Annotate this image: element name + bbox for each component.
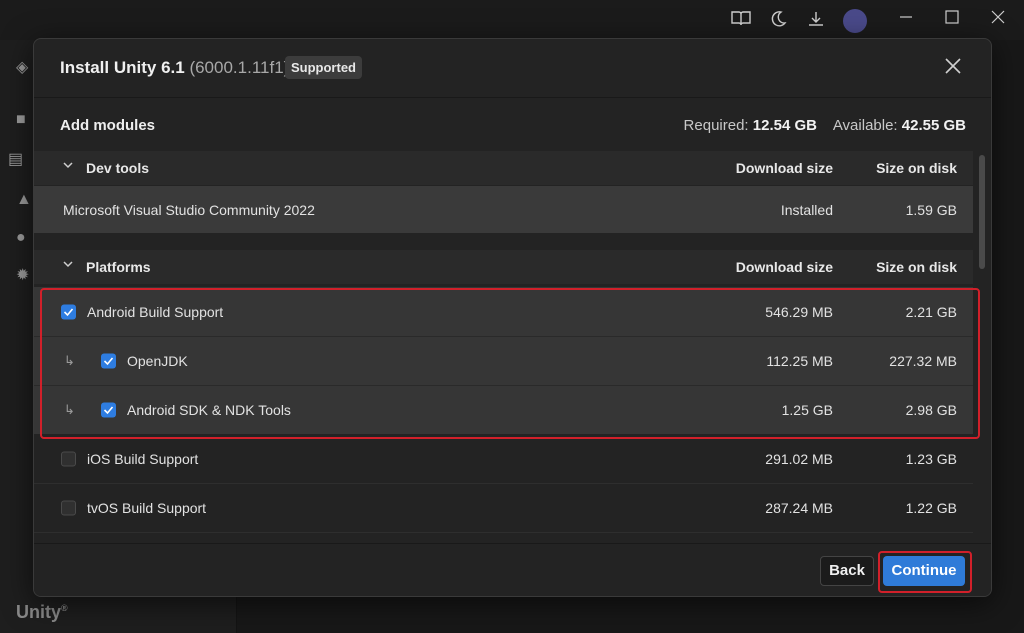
app-brand: Unity® — [16, 602, 68, 622]
dialog-header: Install Unity 6.1 (6000.1.11f1) Supporte… — [34, 39, 991, 98]
checkbox-tvos[interactable] — [61, 500, 76, 516]
checkbox-android-sdk-ndk[interactable] — [101, 402, 116, 418]
modules-scrollbar[interactable] — [979, 155, 985, 269]
module-row-android-sdk-ndk[interactable]: ↳ Android SDK & NDK Tools 1.25 GB 2.98 G… — [34, 386, 973, 434]
module-download: 112.25 MB — [766, 353, 833, 369]
section-name: Platforms — [86, 259, 151, 275]
avatar[interactable] — [843, 9, 867, 33]
col-download-size: Download size — [735, 160, 833, 176]
section-name: Dev tools — [86, 160, 150, 176]
modules-list[interactable]: Dev tools Download size Size on disk Mic… — [34, 151, 991, 543]
section-platforms[interactable]: Platforms Download size Size on disk — [34, 250, 973, 284]
modules-subheader: Add modules Required: 12.54 GB Available… — [34, 98, 991, 150]
chevron-down-icon — [63, 162, 73, 169]
available-label: Available: — [832, 117, 898, 134]
check-icon — [103, 357, 114, 366]
module-disk: 1.59 GB — [905, 201, 957, 218]
module-name: Android SDK & NDK Tools — [127, 402, 291, 418]
module-row-openjdk[interactable]: ↳ OpenJDK 112.25 MB 227.32 MB — [34, 337, 973, 386]
required-label: Required: — [683, 117, 749, 134]
checkbox-openjdk[interactable] — [101, 353, 116, 369]
module-row-ios[interactable]: iOS Build Support 291.02 MB 1.23 GB — [34, 435, 973, 484]
disk-space-summary: Required: 12.54 GB Available: 42.55 GB — [684, 117, 966, 134]
module-row-tvos[interactable]: tvOS Build Support 287.24 MB 1.22 GB — [34, 484, 973, 533]
dialog-footer: Back Continue — [34, 543, 991, 596]
back-button[interactable]: Back — [820, 556, 874, 586]
module-disk: 2.98 GB — [905, 402, 957, 418]
required-value: 12.54 GB — [752, 117, 817, 134]
check-icon — [63, 307, 74, 316]
check-icon — [103, 406, 114, 415]
checkbox-android[interactable] — [61, 304, 76, 319]
module-download: Installed — [780, 201, 833, 218]
dialog-version: (6000.1.11f1) — [189, 58, 290, 77]
sub-item-arrow-icon: ↳ — [64, 353, 75, 368]
module-download: 546.29 MB — [765, 303, 833, 320]
dialog-title-text: Install Unity 6.1 — [60, 58, 185, 77]
settings-icon[interactable]: ✹ — [16, 268, 29, 284]
checkbox-ios[interactable] — [61, 451, 76, 467]
app-titlebar — [0, 0, 1024, 40]
community-icon[interactable]: ● — [16, 230, 26, 246]
module-name: OpenJDK — [127, 353, 188, 369]
col-size-on-disk: Size on disk — [876, 259, 957, 275]
module-download: 1.25 GB — [781, 402, 833, 418]
install-dialog: Install Unity 6.1 (6000.1.11f1) Supporte… — [33, 38, 992, 597]
module-row-android[interactable]: Android Build Support 546.29 MB 2.21 GB — [34, 287, 973, 337]
module-disk: 2.21 GB — [905, 303, 957, 320]
module-name: Microsoft Visual Studio Community 2022 — [63, 201, 315, 218]
module-disk: 1.22 GB — [905, 500, 957, 516]
module-download: 291.02 MB — [765, 451, 833, 467]
moon-icon[interactable] — [769, 10, 787, 34]
installs-icon[interactable]: ▤ — [8, 152, 23, 168]
projects-icon[interactable]: ■ — [16, 112, 26, 128]
sub-item-arrow-icon: ↳ — [64, 402, 75, 417]
close-icon[interactable] — [943, 56, 963, 76]
supported-badge: Supported — [285, 56, 362, 79]
chevron-down-icon — [63, 261, 73, 268]
continue-button[interactable]: Continue — [883, 556, 965, 586]
unity-logo-icon: ◈ — [16, 59, 29, 76]
dialog-title: Install Unity 6.1 (6000.1.11f1) — [60, 58, 289, 78]
col-size-on-disk: Size on disk — [876, 160, 957, 176]
book-icon[interactable] — [731, 10, 751, 32]
maximize-icon[interactable] — [945, 10, 959, 30]
available-value: 42.55 GB — [901, 117, 966, 134]
add-modules-heading: Add modules — [60, 117, 156, 134]
window-close-icon[interactable] — [991, 10, 1005, 30]
section-dev-tools[interactable]: Dev tools Download size Size on disk — [34, 151, 973, 185]
module-name: iOS Build Support — [87, 451, 199, 467]
module-name: tvOS Build Support — [87, 500, 207, 516]
module-row-visual-studio[interactable]: Microsoft Visual Studio Community 2022 I… — [34, 186, 973, 233]
minimize-icon[interactable] — [899, 10, 913, 30]
col-download-size: Download size — [735, 259, 833, 275]
module-disk: 1.23 GB — [905, 451, 957, 467]
module-download: 287.24 MB — [765, 500, 833, 516]
learn-icon[interactable]: ▲ — [16, 192, 32, 208]
download-icon[interactable] — [807, 10, 825, 34]
module-name: Android Build Support — [87, 303, 224, 320]
module-disk: 227.32 MB — [889, 353, 957, 369]
